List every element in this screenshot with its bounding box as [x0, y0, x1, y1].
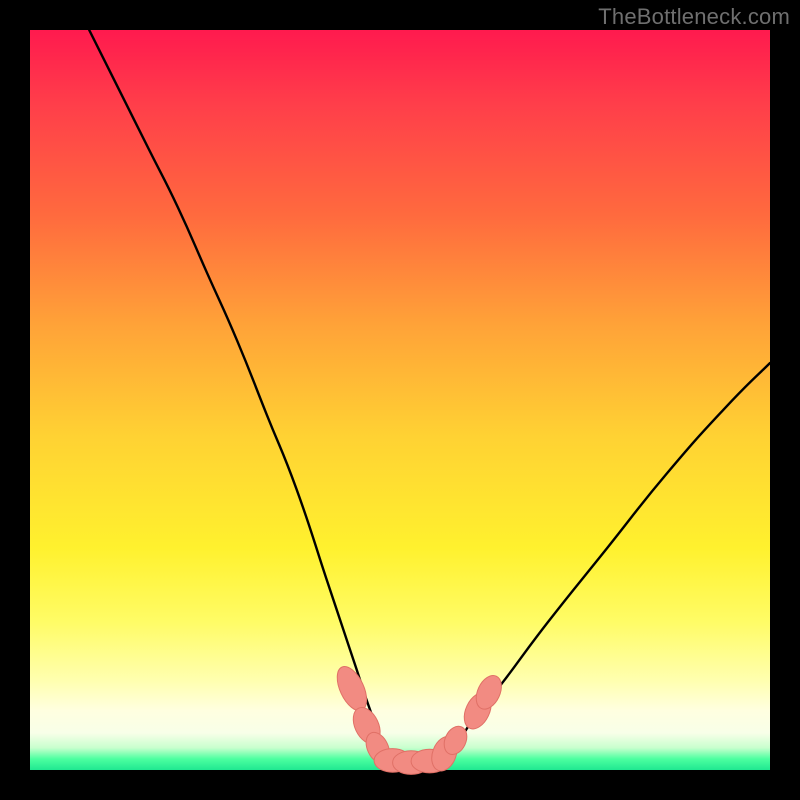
watermark-text: TheBottleneck.com	[598, 4, 790, 30]
plot-area	[30, 30, 770, 770]
curve-marker	[331, 662, 372, 715]
curve-svg	[30, 30, 770, 770]
curve-markers	[331, 662, 506, 774]
bottleneck-curve	[89, 30, 770, 764]
chart-frame: TheBottleneck.com	[0, 0, 800, 800]
